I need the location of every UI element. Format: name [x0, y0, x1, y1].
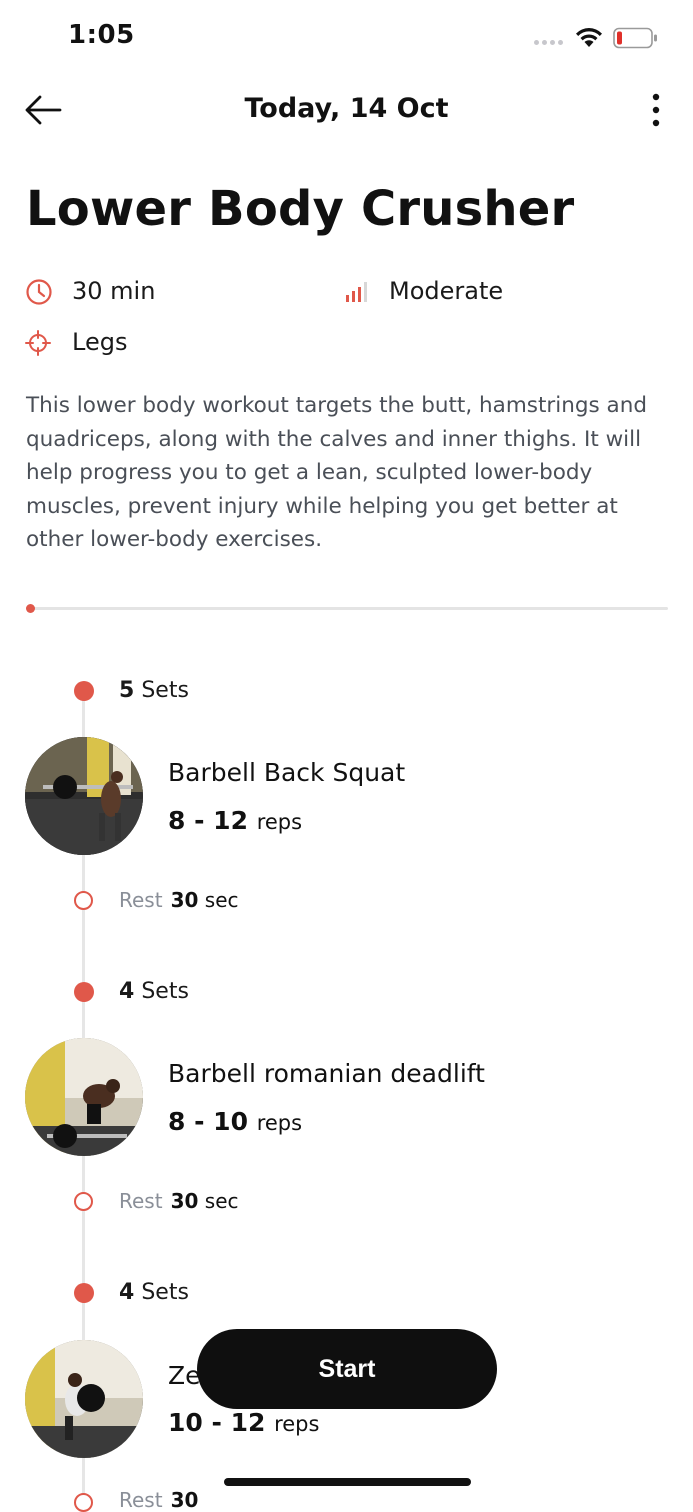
progress-indicator [26, 604, 35, 613]
battery-icon [613, 27, 659, 53]
exercise-name[interactable]: Barbell romanian deadlift [168, 1059, 485, 1088]
sets-label: 4 Sets [119, 979, 189, 1004]
workout-difficulty: Moderate [389, 277, 504, 305]
start-button[interactable]: Start [197, 1329, 497, 1409]
workout-duration: 30 min [72, 277, 156, 305]
sets-marker [74, 681, 94, 701]
wifi-icon [574, 26, 604, 52]
exercise-thumbnail[interactable] [25, 1340, 143, 1458]
rest-duration: Rest 30 sec [119, 888, 239, 912]
status-time: 1:05 [68, 20, 135, 50]
progress-track [30, 607, 668, 610]
sets-marker [74, 1283, 94, 1303]
exercise-reps: 8 - 12 reps [168, 806, 303, 835]
workout-description: This lower body workout targets the butt… [26, 393, 647, 552]
workout-target: Legs [72, 328, 128, 356]
rest-duration: Rest 30 [119, 1488, 199, 1512]
clock-icon [25, 278, 53, 306]
exercise-thumbnail[interactable] [25, 737, 143, 855]
difficulty-bars-icon [344, 280, 372, 308]
rest-marker [74, 891, 93, 910]
sets-label: 5 Sets [119, 678, 189, 703]
sets-label: 4 Sets [119, 1280, 189, 1305]
target-crosshair-icon [25, 330, 53, 358]
exercise-name[interactable]: Barbell Back Squat [168, 758, 405, 787]
header-date-title: Today, 14 Oct [244, 93, 449, 124]
exercise-reps: 10 - 12 reps [168, 1408, 320, 1437]
exercise-name[interactable]: Ze [168, 1361, 201, 1390]
rest-duration: Rest 30 sec [119, 1189, 239, 1213]
rest-marker [74, 1192, 93, 1211]
exercise-reps: 8 - 10 reps [168, 1107, 303, 1136]
more-options-icon[interactable] [646, 93, 666, 131]
home-indicator [224, 1478, 471, 1486]
rest-marker [74, 1493, 93, 1512]
workout-title: Lower Body Crusher [26, 181, 575, 237]
sets-marker [74, 982, 94, 1002]
exercise-thumbnail[interactable] [25, 1038, 143, 1156]
cellular-signal-icon [534, 40, 563, 45]
